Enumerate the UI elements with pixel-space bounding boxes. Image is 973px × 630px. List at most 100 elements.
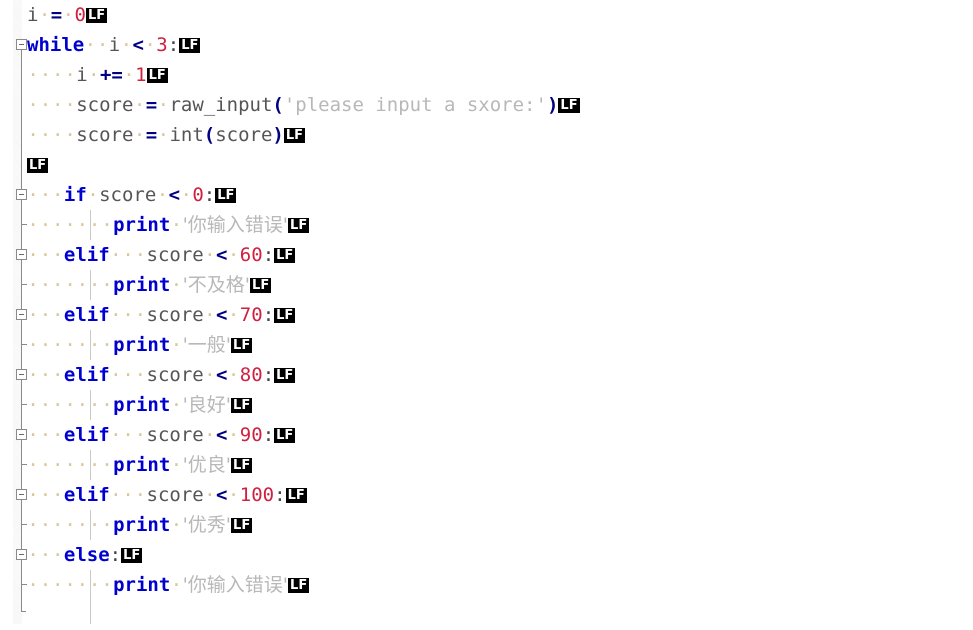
space-dot: · (101, 514, 113, 536)
space-dot: · (170, 574, 183, 596)
space-dot: · (227, 424, 240, 446)
space-dot: · (170, 274, 183, 296)
code-line-text: ···else: LF (27, 540, 143, 570)
keyword-token: print (113, 454, 171, 476)
space-dot: · (180, 184, 192, 206)
code-line[interactable]: ·······print·'一般' LF (0, 330, 973, 360)
space-dot: · (204, 484, 216, 506)
code-line[interactable]: ···elif···score·<·70: LF (0, 300, 973, 330)
keyword-token: print (113, 514, 171, 536)
space-dot: · (39, 124, 52, 146)
space-dot: · (27, 394, 39, 416)
operator-token: < (216, 424, 228, 446)
fold-collapse-icon[interactable] (16, 429, 27, 440)
space-dot: · (110, 484, 122, 506)
code-line[interactable]: LF (0, 150, 973, 180)
code-line[interactable]: ·······print·'良好' LF (0, 390, 973, 420)
identifier-token: score (146, 484, 204, 506)
eol-marker: LF (250, 278, 272, 293)
string-literal: '你输入错误' (182, 214, 289, 236)
space-dot: · (134, 484, 147, 506)
fold-collapse-icon[interactable] (16, 189, 27, 200)
code-line[interactable]: ·······print·'不及格' LF (0, 270, 973, 300)
space-dot: · (122, 304, 134, 326)
indent-guide-line (90, 510, 91, 540)
code-line[interactable]: ····score·=·raw_input('please input a sx… (0, 90, 973, 120)
space-dot: · (101, 574, 113, 596)
identifier-token: i (108, 34, 121, 56)
code-line-text: ····score·=·raw_input('please input a sx… (27, 90, 580, 120)
code-line-text: ·······print·'你输入错误' LF (27, 210, 310, 240)
space-dot: · (39, 244, 52, 266)
space-dot: · (96, 34, 109, 56)
code-line[interactable]: ·······print·'你输入错误' LF (0, 210, 973, 240)
eol-marker: LF (85, 8, 108, 23)
fold-collapse-icon[interactable] (16, 309, 27, 320)
code-line[interactable]: ·······print·'你输入错误' LF (0, 570, 973, 600)
space-dot: · (52, 244, 64, 266)
space-dot: · (204, 424, 216, 446)
space-dot: · (76, 514, 89, 536)
operator-token: ) (272, 124, 284, 146)
code-lines[interactable]: i·=·0 LF while··i·<·3: LF ····i·+=·1 LF ····sc… (0, 0, 973, 624)
code-line-text: ····i·+=·1 LF (27, 60, 168, 90)
space-dot: · (170, 514, 183, 536)
space-dot: · (39, 214, 52, 236)
operator-token: = (145, 124, 158, 146)
fold-collapse-icon[interactable] (16, 549, 27, 560)
keyword-token: else (63, 544, 110, 566)
code-line[interactable]: ···else: LF (0, 540, 973, 570)
operator-token: < (216, 484, 228, 506)
space-dot: · (110, 424, 122, 446)
code-line-text: ·······print·'你输入错误' LF (27, 570, 310, 600)
keyword-token: print (113, 274, 171, 296)
code-line[interactable]: ···elif···score·<·90: LF (0, 420, 973, 450)
code-line-text: while··i·<·3: LF (27, 30, 201, 60)
space-dot: · (157, 124, 170, 146)
space-dot: · (27, 184, 39, 206)
code-line[interactable]: ·······print·'优良' LF (0, 450, 973, 480)
space-dot: · (27, 424, 39, 446)
code-line[interactable]: ···elif···score·<·100: LF (0, 480, 973, 510)
code-editor[interactable]: i·=·0 LF while··i·<·3: LF ····i·+=·1 LF ····sc… (0, 0, 973, 624)
space-dot: · (52, 274, 64, 296)
code-line-text: i·=·0 LF (27, 0, 108, 30)
space-dot: · (134, 244, 147, 266)
space-dot: · (227, 244, 240, 266)
operator-token: ) (546, 94, 559, 116)
space-dot: · (144, 34, 156, 56)
identifier-token: score (215, 124, 273, 146)
space-dot: · (27, 244, 39, 266)
code-line[interactable]: ·······print·'优秀' LF (0, 510, 973, 540)
space-dot: · (122, 244, 134, 266)
identifier-token: int (169, 124, 204, 146)
code-line[interactable]: ···elif···score·<·60: LF (0, 240, 973, 270)
code-line-text: ···elif···score·<·80: LF (27, 360, 296, 390)
fold-collapse-icon[interactable] (16, 39, 27, 50)
keyword-token: elif (63, 424, 110, 446)
space-dot: · (123, 64, 135, 86)
space-dot: · (52, 574, 64, 596)
code-line[interactable]: while··i·<·3: LF (0, 30, 973, 60)
code-line-text: ····score·=·int(score) LF (27, 120, 306, 150)
space-dot: · (64, 124, 76, 146)
fold-collapse-icon[interactable] (16, 369, 27, 380)
eol-marker: LF (274, 368, 296, 383)
fold-collapse-icon[interactable] (16, 249, 27, 260)
code-line[interactable]: ···elif···score·<·80: LF (0, 360, 973, 390)
code-line[interactable] (0, 600, 973, 630)
code-line-text: ·······print·'优良' LF (27, 450, 253, 480)
code-line[interactable]: ····score·=·int(score) LF (0, 120, 973, 150)
code-line[interactable]: ···if·score·<·0: LF (0, 180, 973, 210)
string-literal: '一般' (182, 334, 232, 356)
keyword-token: elif (63, 304, 110, 326)
space-dot: · (64, 214, 76, 236)
space-dot: · (27, 304, 39, 326)
fold-collapse-icon[interactable] (16, 489, 27, 500)
punctuation-token: : (262, 424, 275, 446)
space-dot: · (27, 94, 39, 116)
code-line[interactable]: ····i·+=·1 LF (0, 60, 973, 90)
space-dot: · (101, 214, 113, 236)
code-line[interactable]: i·=·0 LF (0, 0, 973, 30)
space-dot: · (133, 124, 146, 146)
